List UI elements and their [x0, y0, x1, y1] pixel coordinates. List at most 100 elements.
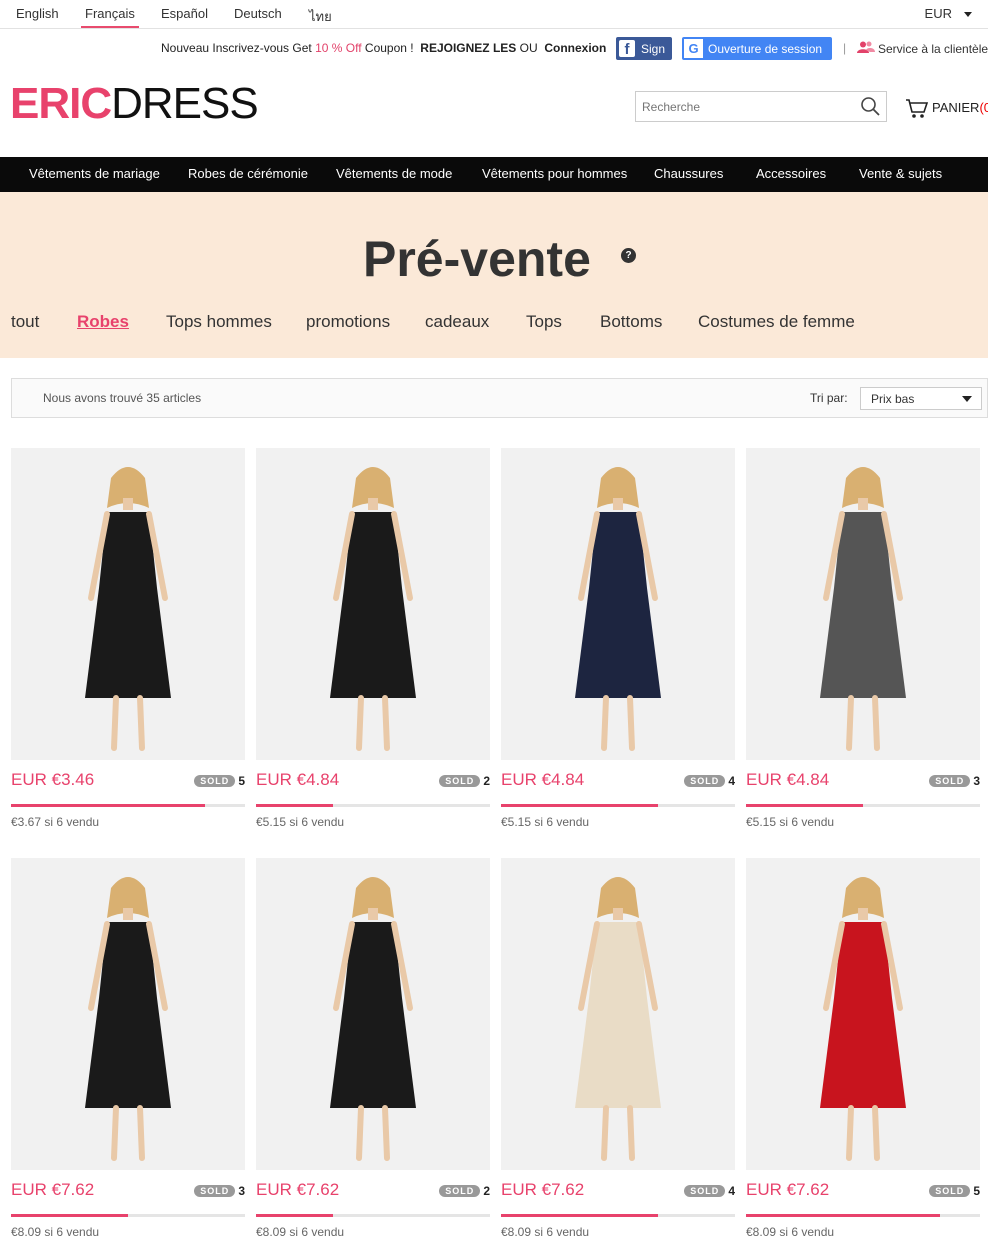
product-card[interactable]: EUR €3.46 SOLD 5 €3.67 si 6 vendu [11, 448, 245, 829]
presale-progress-fill [11, 1214, 128, 1217]
presale-progress-bar [256, 804, 490, 807]
search-icon[interactable] [860, 96, 880, 116]
sold-count: SOLD 4 [684, 1184, 735, 1198]
tier-price-note: €5.15 si 6 vendu [746, 815, 835, 829]
promo-text: Nouveau Inscrivez-vous Get 10 % Off Coup… [161, 41, 606, 55]
facebook-signin-button[interactable]: f Sign [616, 37, 672, 60]
product-card[interactable]: EUR €7.62 SOLD 3 €8.09 si 6 vendu [11, 858, 245, 1239]
product-price: EUR €4.84 [746, 770, 830, 789]
nav-item-fashion[interactable]: Vêtements de mode [336, 166, 452, 181]
promo-or: OU [519, 41, 538, 55]
help-icon[interactable]: ? [621, 248, 636, 263]
tab-women-suits[interactable]: Costumes de femme [698, 312, 855, 332]
tier-price-note: €8.09 si 6 vendu [501, 1225, 590, 1239]
sold-badge: SOLD [194, 775, 236, 787]
divider: | [843, 41, 847, 55]
language-option-german[interactable]: Deutsch [234, 6, 282, 28]
results-count: Nous avons trouvé 35 articles [43, 391, 202, 405]
product-price: EUR €7.62 [256, 1180, 340, 1199]
product-card[interactable]: EUR €7.62 SOLD 4 €8.09 si 6 vendu [501, 858, 735, 1239]
sold-number: 2 [483, 774, 490, 788]
google-icon: G [684, 39, 703, 58]
sort-label: Tri par: [810, 391, 848, 405]
presale-progress-fill [501, 1214, 658, 1217]
sold-count: SOLD 3 [929, 774, 980, 788]
tab-tops[interactable]: Tops [526, 312, 562, 332]
tab-bottoms[interactable]: Bottoms [600, 312, 662, 332]
sold-badge: SOLD [439, 775, 481, 787]
product-price: EUR €7.62 [501, 1180, 585, 1199]
presale-banner: Pré-vente ? tout Robes Tops hommes promo… [0, 192, 988, 358]
cart-count: (0) [979, 99, 988, 115]
product-price: EUR €3.46 [11, 770, 95, 789]
currency-label: EUR [924, 6, 952, 21]
results-toolbar: Nous avons trouvé 35 articles Tri par: P… [11, 378, 988, 418]
product-price: EUR €7.62 [746, 1180, 830, 1199]
presale-progress-fill [746, 804, 863, 807]
presale-progress-fill [501, 804, 658, 807]
product-card[interactable]: EUR €7.62 SOLD 2 €8.09 si 6 vendu [256, 858, 490, 1239]
google-signin-button[interactable]: G Ouverture de session [682, 37, 832, 60]
sold-number: 4 [728, 1184, 735, 1198]
tab-men-tops[interactable]: Tops hommes [166, 312, 272, 332]
sold-number: 5 [973, 1184, 980, 1198]
join-link[interactable]: REJOIGNEZ LES [420, 41, 516, 55]
search-input[interactable] [636, 92, 846, 121]
product-card[interactable]: EUR €7.62 SOLD 5 €8.09 si 6 vendu [746, 858, 980, 1239]
sold-count: SOLD 5 [194, 774, 245, 788]
product-image[interactable] [746, 448, 980, 760]
nav-item-sale[interactable]: Vente & sujets [859, 166, 942, 181]
presale-progress-fill [256, 1214, 334, 1217]
login-link[interactable]: Connexion [544, 41, 606, 55]
presale-progress-bar [11, 1214, 245, 1217]
ericdress-logo[interactable]: ERICDRESS [10, 79, 259, 128]
product-price: EUR €4.84 [501, 770, 585, 789]
nav-item-shoes[interactable]: Chaussures [654, 166, 723, 181]
product-price: EUR €7.62 [11, 1180, 95, 1199]
tier-price-note: €5.15 si 6 vendu [256, 815, 345, 829]
product-image[interactable] [11, 448, 245, 760]
customer-service-link[interactable]: Service à la clientèle [857, 41, 988, 56]
currency-selector[interactable]: EUR [925, 6, 972, 21]
logo-part-eric: ERIC [10, 79, 112, 128]
language-option-english[interactable]: English [16, 6, 59, 28]
product-image[interactable] [256, 858, 490, 1170]
product-image[interactable] [501, 858, 735, 1170]
cart-link[interactable]: PANIER(0) [905, 98, 988, 119]
facebook-signin-label: Sign [641, 42, 666, 56]
nav-item-ceremony-dresses[interactable]: Robes de cérémonie [188, 166, 308, 181]
language-option-french[interactable]: Français [81, 6, 139, 28]
product-card[interactable]: EUR €4.84 SOLD 3 €5.15 si 6 vendu [746, 448, 980, 829]
promo-suffix: Coupon ! [364, 41, 414, 55]
sold-number: 2 [483, 1184, 490, 1198]
language-option-thai[interactable]: ไทย [309, 6, 332, 28]
search-box [635, 91, 887, 122]
tier-price-note: €3.67 si 6 vendu [11, 815, 100, 829]
presale-progress-bar [501, 804, 735, 807]
tab-all[interactable]: tout [11, 312, 39, 332]
nav-item-accessories[interactable]: Accessoires [756, 166, 826, 181]
sort-value: Prix bas [871, 392, 915, 406]
tab-promotions[interactable]: promotions [306, 312, 390, 332]
nav-item-wedding[interactable]: Vêtements de mariage [29, 166, 160, 181]
product-image[interactable] [746, 858, 980, 1170]
sold-count: SOLD 5 [929, 1184, 980, 1198]
product-image[interactable] [256, 448, 490, 760]
nav-item-men[interactable]: Vêtements pour hommes [482, 166, 627, 181]
product-image[interactable] [11, 858, 245, 1170]
sort-select[interactable]: Prix bas [860, 387, 982, 410]
users-icon [857, 41, 875, 53]
tab-dresses[interactable]: Robes [77, 312, 129, 332]
tier-price-note: €8.09 si 6 vendu [256, 1225, 345, 1239]
sold-number: 4 [728, 774, 735, 788]
tab-gifts[interactable]: cadeaux [425, 312, 489, 332]
language-option-spanish[interactable]: Español [161, 6, 208, 28]
product-card[interactable]: EUR €4.84 SOLD 4 €5.15 si 6 vendu [501, 448, 735, 829]
presale-progress-fill [746, 1214, 941, 1217]
tier-price-note: €5.15 si 6 vendu [501, 815, 590, 829]
product-card[interactable]: EUR €4.84 SOLD 2 €5.15 si 6 vendu [256, 448, 490, 829]
cart-label: PANIER [932, 99, 980, 115]
tier-price-note: €8.09 si 6 vendu [746, 1225, 835, 1239]
sold-badge: SOLD [439, 1185, 481, 1197]
product-image[interactable] [501, 448, 735, 760]
